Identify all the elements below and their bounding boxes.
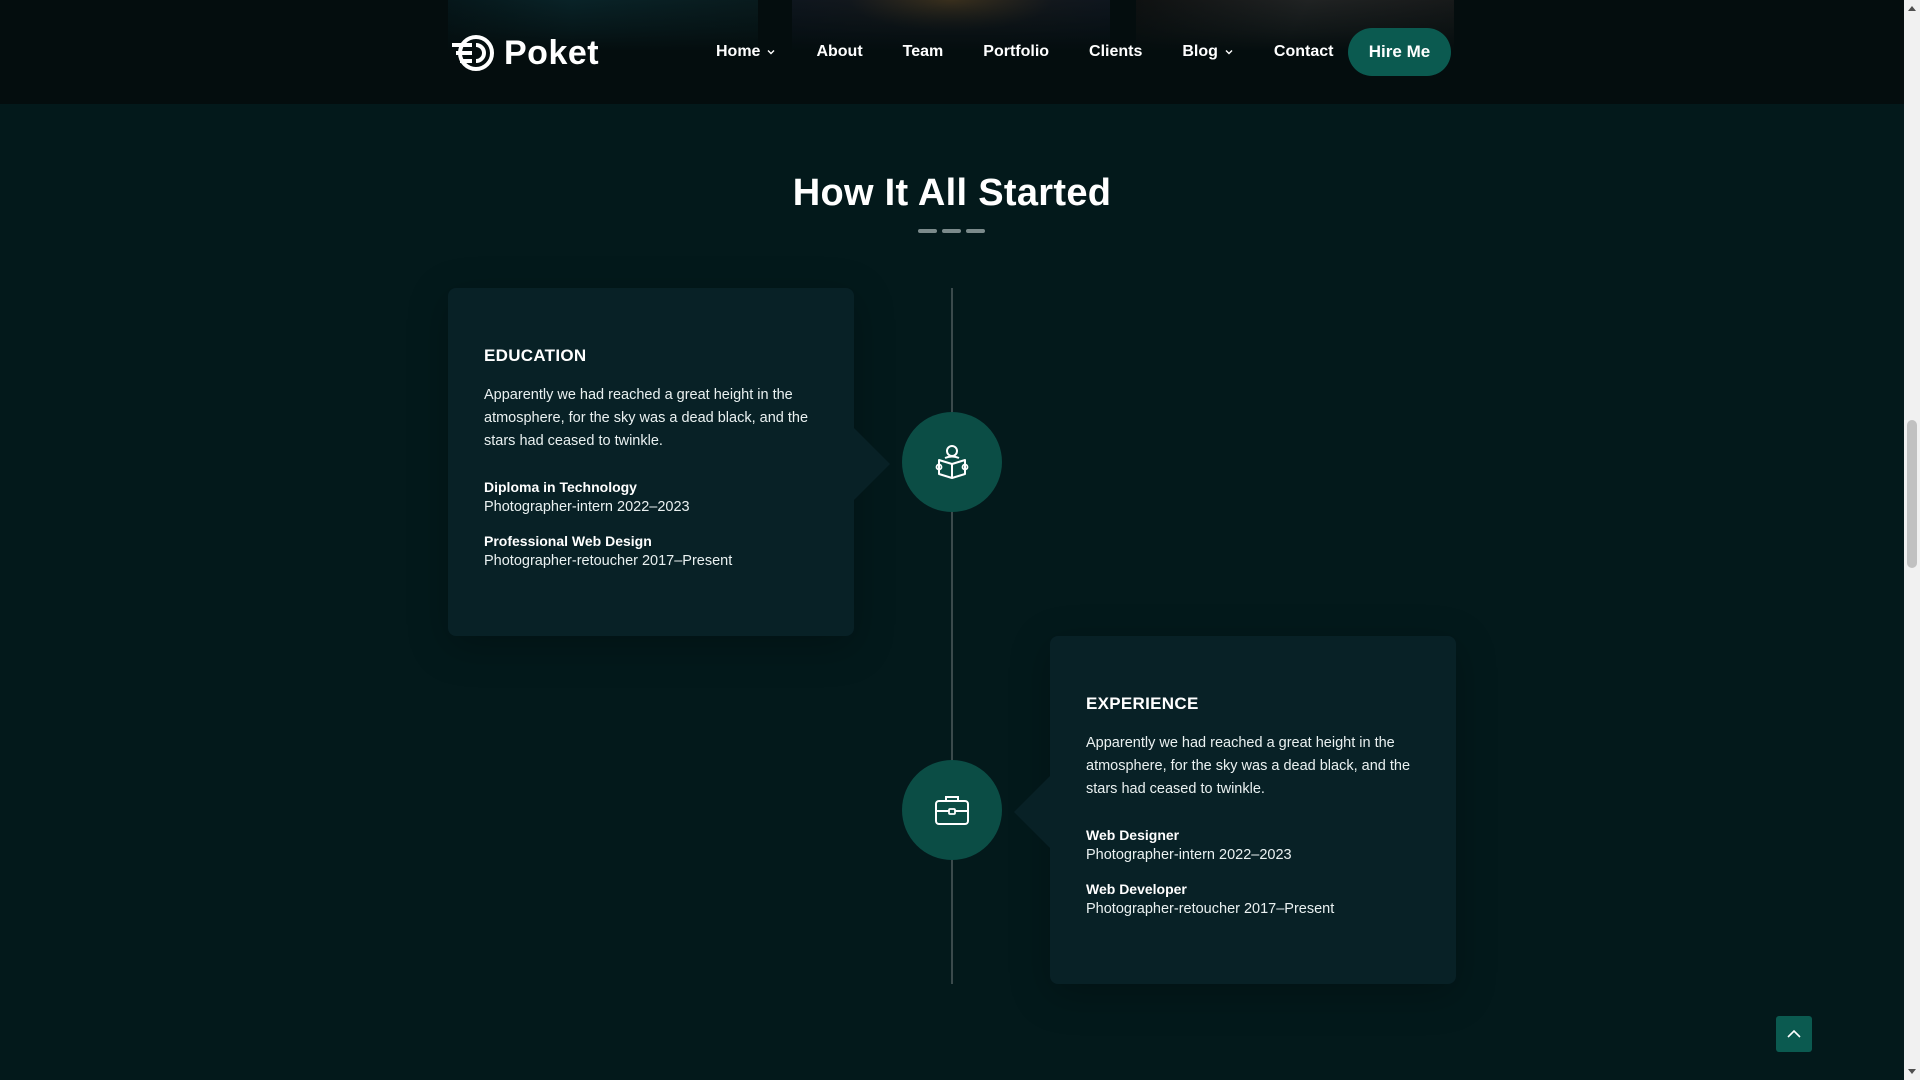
entry-subtitle: Photographer-retoucher 2017–Present xyxy=(1086,901,1335,917)
nav-item-clients[interactable]: Clients xyxy=(1089,43,1142,61)
nav-item-portfolio[interactable]: Portfolio xyxy=(983,43,1049,61)
scroll-to-top-button[interactable] xyxy=(1776,1016,1812,1052)
entry-subtitle: Photographer-intern 2022–2023 xyxy=(1086,847,1292,863)
nav-item-about[interactable]: About xyxy=(816,43,862,61)
logo[interactable]: Poket xyxy=(452,32,599,74)
timeline-entry: Diploma in Technology Photographer-inter… xyxy=(484,479,818,515)
nav-item-label: Portfolio xyxy=(983,43,1050,60)
nav-item-label: About xyxy=(816,43,863,60)
scrollbar-thumb[interactable] xyxy=(1907,420,1917,568)
entry-title: Diploma in Technology xyxy=(484,479,637,495)
nav-item-label: Contact xyxy=(1273,43,1334,60)
timeline-entry: Web Developer Photographer-retoucher 201… xyxy=(1086,881,1420,917)
timeline-line xyxy=(951,288,953,984)
nav-item-label: Clients xyxy=(1089,43,1143,60)
card-description: Apparently we had reached a great height… xyxy=(1086,735,1411,797)
chevron-down-icon xyxy=(767,50,775,55)
page-scrollbar[interactable] xyxy=(1904,0,1920,1080)
divider-dash xyxy=(966,229,985,233)
nav-item-label: Team xyxy=(902,43,944,60)
experience-card: EXPERIENCE Apparently we had reached a g… xyxy=(1014,636,1456,984)
nav-item-contact[interactable]: Contact xyxy=(1274,43,1334,61)
section-title: How It All Started xyxy=(792,172,1112,214)
entry-subtitle: Photographer-intern 2022–2023 xyxy=(484,499,690,515)
logo-text: Poket xyxy=(504,33,600,72)
entry-subtitle: Photographer-retoucher 2017–Present xyxy=(484,553,733,569)
divider-dash xyxy=(918,229,937,233)
chevron-up-icon xyxy=(1787,1029,1801,1038)
scroll-down-arrow[interactable] xyxy=(1904,1064,1920,1080)
scroll-up-arrow[interactable] xyxy=(1904,0,1920,16)
card-pointer xyxy=(854,428,890,500)
nav-item-team[interactable]: Team xyxy=(903,43,944,61)
nav-item-blog[interactable]: Blog xyxy=(1182,43,1234,61)
entry-title: Web Developer xyxy=(1086,881,1187,897)
nav-item-label: Blog xyxy=(1182,43,1218,60)
triangle-down-icon xyxy=(1908,1069,1916,1074)
site-header: Poket Home About Team Portfolio Clients … xyxy=(0,0,1904,104)
entry-title: Web Designer xyxy=(1086,827,1180,843)
timeline-entry: Professional Web Design Photographer-ret… xyxy=(484,533,818,569)
hire-me-button[interactable]: Hire Me xyxy=(1348,28,1451,76)
triangle-up-icon xyxy=(1908,6,1916,11)
entry-title: Professional Web Design xyxy=(484,533,652,549)
reading-person-icon xyxy=(935,445,969,479)
card-title: EXPERIENCE xyxy=(1086,694,1199,713)
experience-node xyxy=(902,760,1002,860)
title-divider xyxy=(918,229,985,233)
timeline-entry: Web Designer Photographer-intern 2022–20… xyxy=(1086,827,1420,863)
card-description: Apparently we had reached a great height… xyxy=(484,387,809,449)
nav-item-label: Home xyxy=(716,43,761,60)
chevron-down-icon xyxy=(1225,50,1233,55)
education-node xyxy=(902,412,1002,512)
briefcase-icon xyxy=(935,796,969,825)
main-nav: Home About Team Portfolio Clients Blog C… xyxy=(716,28,1373,76)
education-card: EDUCATION Apparently we had reached a gr… xyxy=(448,288,890,636)
card-pointer xyxy=(1014,776,1050,848)
nav-item-home[interactable]: Home xyxy=(716,43,776,61)
logo-icon xyxy=(452,35,494,71)
divider-dash xyxy=(942,229,961,233)
card-title: EDUCATION xyxy=(484,346,587,365)
